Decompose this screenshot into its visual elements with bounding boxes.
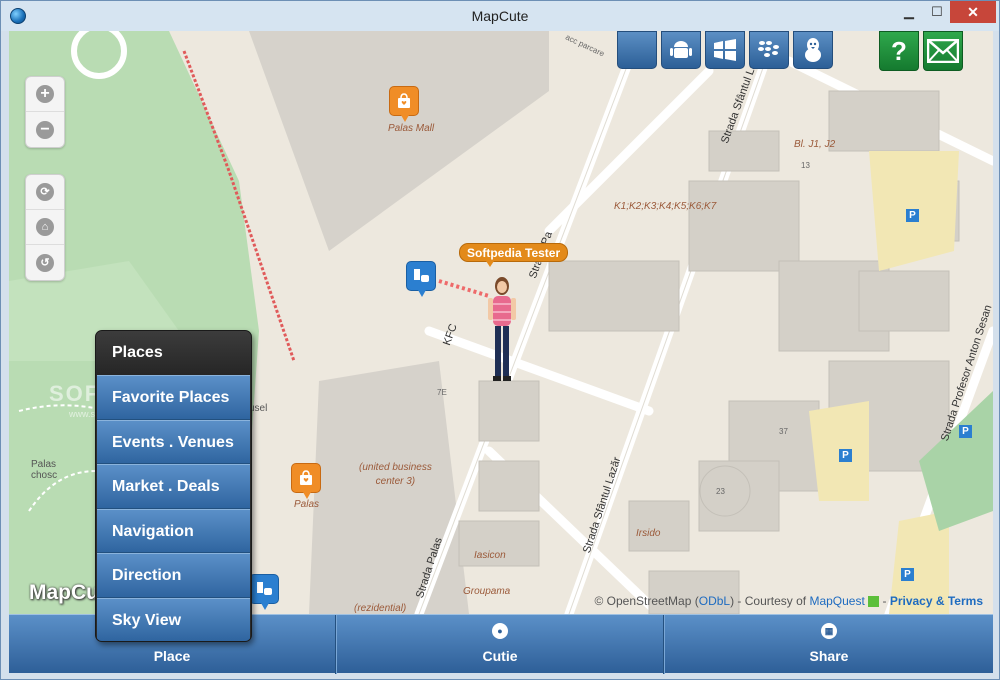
apple-button[interactable] <box>617 31 657 69</box>
title-bar: MapCute ▁ ☐ ✕ <box>1 1 999 31</box>
minus-icon: − <box>36 120 54 139</box>
mail-button[interactable] <box>923 31 963 71</box>
windows-button[interactable] <box>705 31 745 69</box>
label-rezidential: (rezidential) <box>354 603 407 614</box>
brand-logo-text: MapCu <box>29 581 99 604</box>
places-menu-header[interactable]: Places <box>96 331 251 375</box>
window-title: MapCute <box>471 8 529 24</box>
label-k-blocks: K1;K2;K3;K4;K5;K6;K7 <box>614 201 717 212</box>
parking-marker: P <box>959 425 972 438</box>
parking-marker: P <box>901 568 914 581</box>
person-icon: ● <box>492 623 508 639</box>
map-attribution: © OpenStreetMap (ODbL) - Courtesy of Map… <box>595 594 984 608</box>
label-palas-mall: Palas Mall <box>388 123 435 134</box>
home-icon: ⌂ <box>36 218 54 236</box>
label-37: 37 <box>779 427 788 436</box>
app-window: MapCute ▁ ☐ ✕ acc parcare Palas Mall Bl.… <box>0 0 1000 680</box>
parking-marker: P <box>906 209 919 222</box>
mail-icon <box>927 39 959 63</box>
label-bl-j1j2: Bl. J1, J2 <box>794 139 836 150</box>
linux-icon <box>805 38 821 62</box>
parking-marker: P <box>839 449 852 462</box>
mapquest-logo-icon <box>868 596 880 608</box>
locate-icon: ⟳ <box>36 183 54 201</box>
label-united-business: (united business center 3) <box>359 462 432 487</box>
attribution-sep: - <box>879 594 890 608</box>
shopping-bag-icon[interactable] <box>389 86 419 122</box>
menu-item-events-venues[interactable]: Events . Venues <box>97 419 250 464</box>
android-icon <box>670 41 692 58</box>
zoom-in-button[interactable]: + <box>26 77 64 112</box>
label-palas-chosc: Palas chosc <box>31 459 58 481</box>
label-palas: Palas <box>294 499 320 510</box>
menu-item-market-deals[interactable]: Market . Deals <box>97 464 250 509</box>
android-button[interactable] <box>661 31 701 69</box>
fast-food-icon[interactable] <box>249 574 279 610</box>
reset-button[interactable]: ↺ <box>26 245 64 280</box>
close-button[interactable]: ✕ <box>950 1 996 23</box>
menu-item-navigation[interactable]: Navigation <box>97 508 250 553</box>
fast-food-icon[interactable] <box>406 261 436 297</box>
label-23: 23 <box>716 487 725 496</box>
places-menu: Places Favorite Places Events . Venues M… <box>95 330 252 642</box>
home-button[interactable]: ⌂ <box>26 210 64 245</box>
label-groupama: Groupama <box>463 586 511 597</box>
attribution-mid: ) - Courtesy of <box>730 594 810 608</box>
menu-item-favorite-places[interactable]: Favorite Places <box>97 375 250 420</box>
label-13: 13 <box>801 161 810 170</box>
label-iasicon: Iasicon <box>474 550 506 561</box>
shopping-bag-icon[interactable] <box>291 463 321 499</box>
label-7e: 7E <box>437 388 447 397</box>
odbl-link[interactable]: ODbL <box>699 594 730 608</box>
reset-icon: ↺ <box>36 253 54 272</box>
privacy-terms-link[interactable]: Privacy & Terms <box>890 594 983 608</box>
tab-share-label: Share <box>809 648 849 664</box>
nav-control-group: ⟳ ⌂ ↺ <box>25 174 65 281</box>
tab-cutie-label: Cutie <box>482 648 518 664</box>
linux-button[interactable] <box>793 31 833 69</box>
zoom-control-group: + − <box>25 76 65 148</box>
zoom-out-button[interactable]: − <box>26 112 64 147</box>
menu-item-direction[interactable]: Direction <box>97 553 250 598</box>
maximize-button[interactable]: ☐ <box>922 1 952 23</box>
attribution-prefix: © OpenStreetMap ( <box>594 594 699 608</box>
label-irsido: Irsido <box>636 528 661 539</box>
help-button[interactable]: ? <box>879 31 919 71</box>
minimize-button[interactable]: ▁ <box>894 1 924 23</box>
user-name-bubble: Softpedia Tester <box>459 243 569 267</box>
help-icon: ? <box>891 35 907 66</box>
grid-icon: ▦ <box>821 623 837 639</box>
user-avatar-icon[interactable] <box>482 274 522 384</box>
mapquest-link[interactable]: MapQuest <box>809 594 864 608</box>
menu-item-sky-view[interactable]: Sky View <box>97 597 250 641</box>
blackberry-button[interactable] <box>749 31 789 69</box>
blackberry-icon <box>758 41 779 57</box>
windows-icon <box>714 39 736 61</box>
locate-button[interactable]: ⟳ <box>26 175 64 210</box>
plus-icon: + <box>36 85 54 103</box>
tab-share[interactable]: ▦ Share <box>664 615 993 674</box>
tab-place-label: Place <box>153 648 191 664</box>
tab-cutie[interactable]: ● Cutie <box>336 615 664 674</box>
